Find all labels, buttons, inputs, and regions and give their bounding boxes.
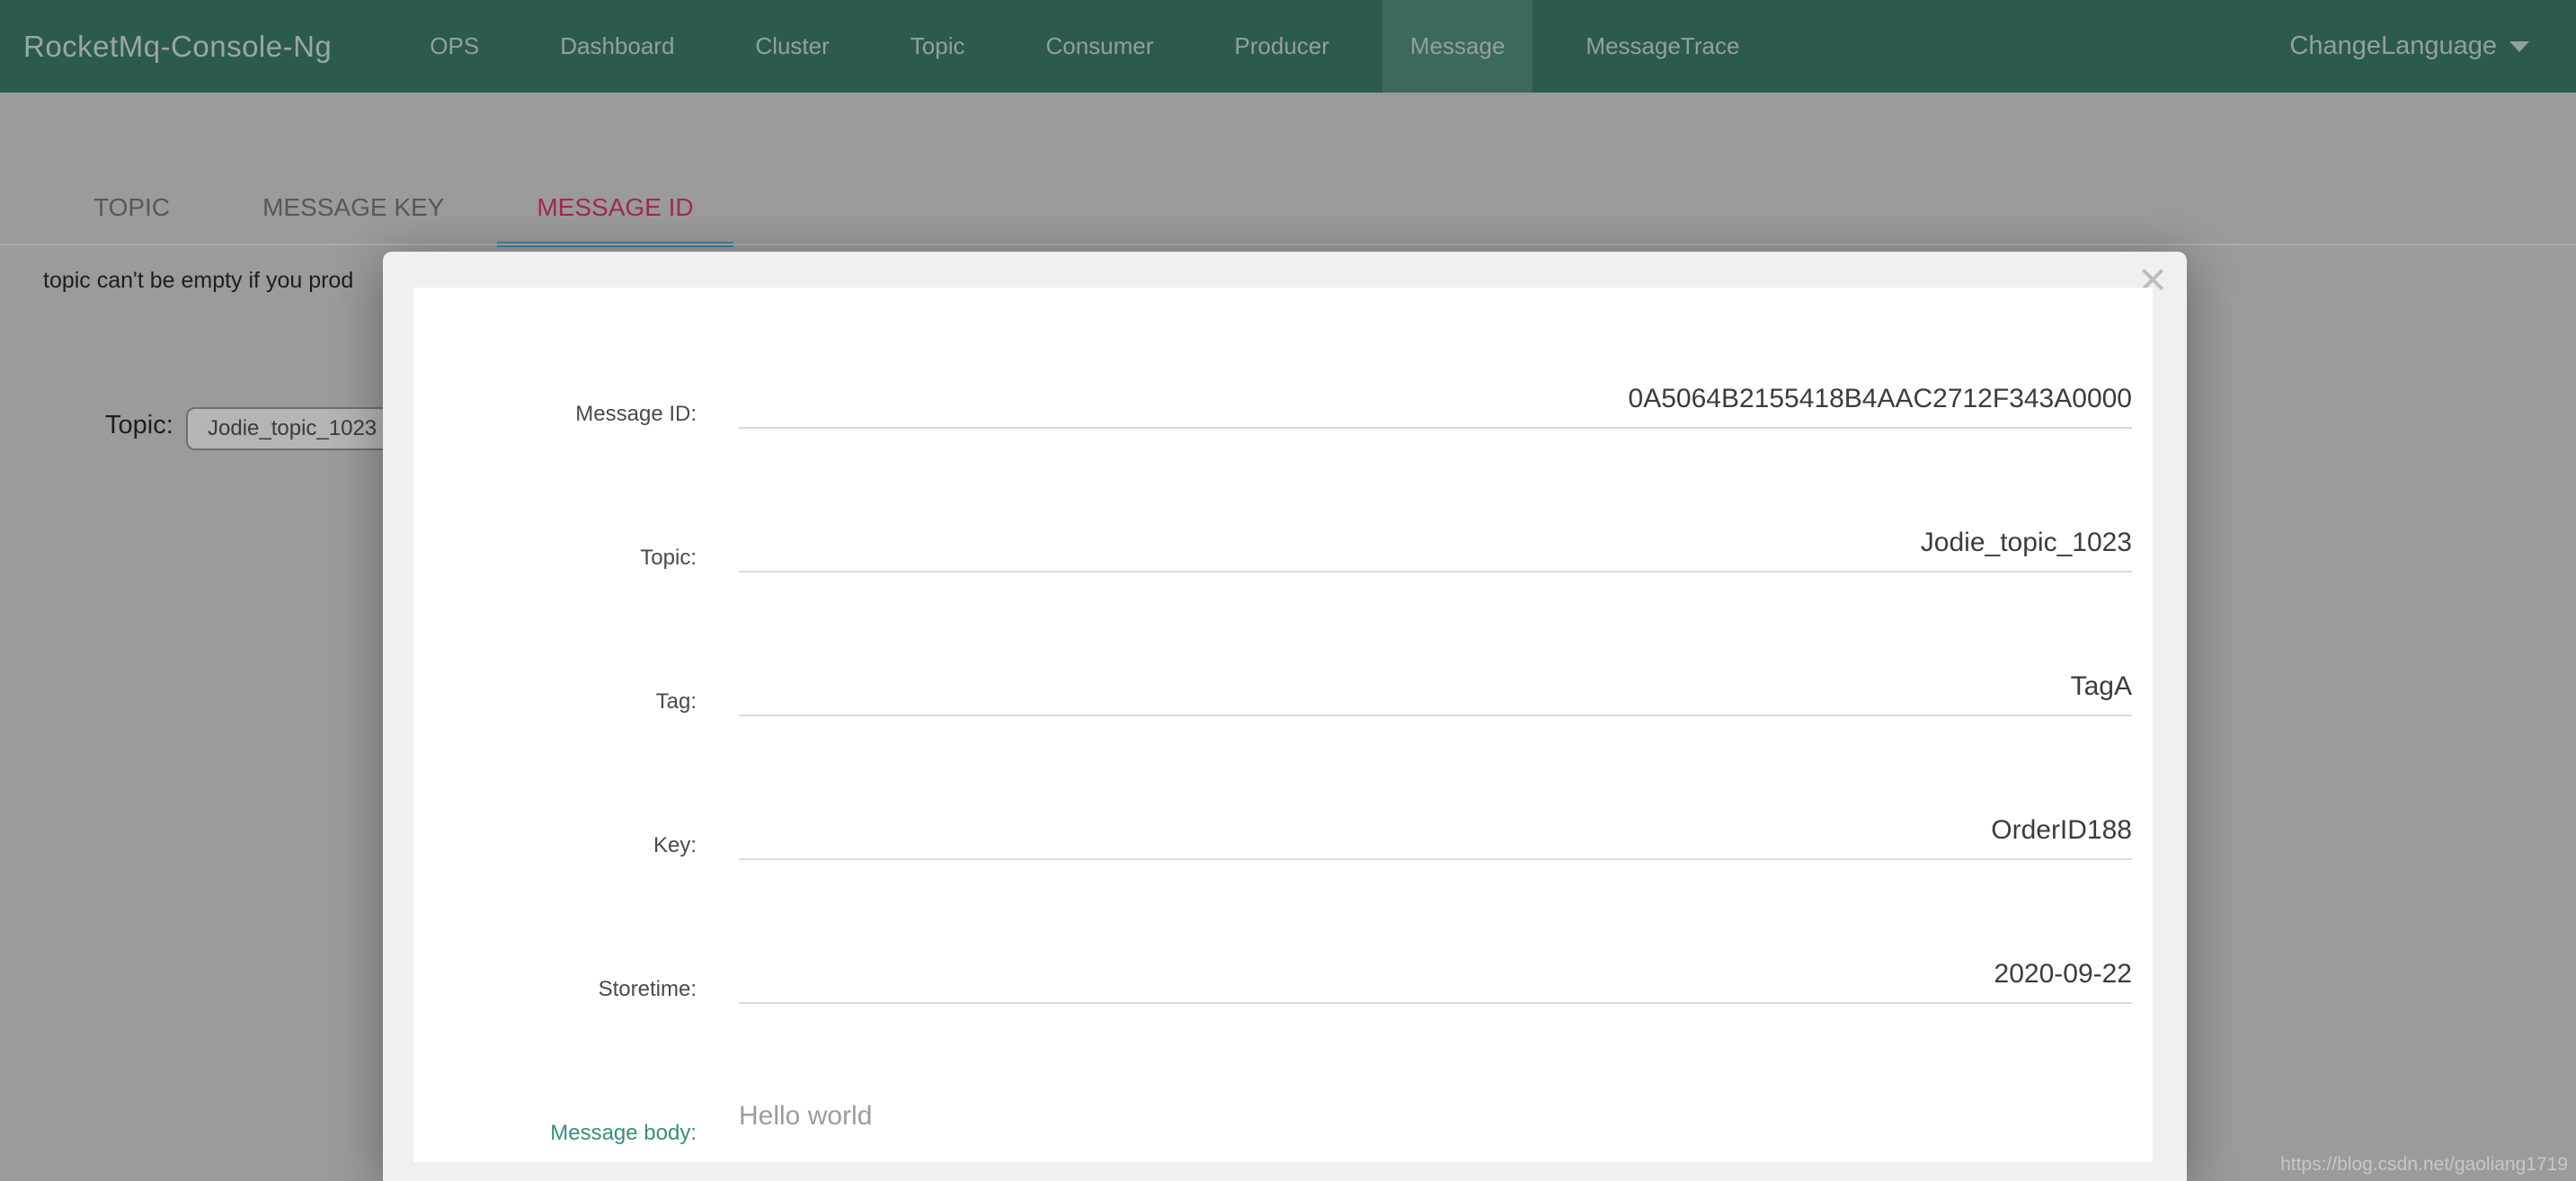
field-row-message-body: Message body: Hello world xyxy=(413,1004,2153,1148)
key-field-value: OrderID188 xyxy=(1991,815,2132,846)
topic-filter-label: Topic: xyxy=(105,411,173,440)
caret-down-icon xyxy=(2509,41,2529,52)
message-id-value: 0A5064B2155418B4AAC2712F343A0000 xyxy=(1629,384,2132,414)
field-row-topic: Topic: Jodie_topic_1023 xyxy=(413,429,2153,573)
message-body-label: Message body: xyxy=(413,1121,697,1146)
app-brand[interactable]: RocketMq-Console-Ng xyxy=(23,30,332,64)
tabs-divider xyxy=(0,244,2576,245)
message-id-control: 0A5064B2155418B4AAC2712F343A0000 xyxy=(739,288,2132,429)
storetime-field-label: Storetime: xyxy=(413,977,697,1002)
nav-item-topic[interactable]: Topic xyxy=(883,0,993,93)
topic-field-control: Jodie_topic_1023 xyxy=(739,429,2132,573)
tag-field-label: Tag: xyxy=(413,689,697,715)
storetime-field-control: 2020-09-22 xyxy=(739,860,2132,1004)
tab-message-key[interactable]: MESSAGE KEY xyxy=(223,169,484,245)
topic-field-label: Topic: xyxy=(413,546,697,571)
message-detail-modal: × Message ID: 0A5064B2155418B4AAC2712F34… xyxy=(383,252,2187,1181)
change-language-label: ChangeLanguage xyxy=(2289,31,2497,61)
message-detail-panel: Message ID: 0A5064B2155418B4AAC2712F343A… xyxy=(413,288,2153,1162)
topic-select-value: Jodie_topic_1023 xyxy=(208,416,377,441)
field-row-storetime: Storetime: 2020-09-22 xyxy=(413,860,2153,1004)
nav-item-dashboard[interactable]: Dashboard xyxy=(532,0,702,93)
field-row-key: Key: OrderID188 xyxy=(413,716,2153,860)
message-search-tabs: TOPIC MESSAGE KEY MESSAGE ID xyxy=(54,169,747,245)
nav-item-messagetrace[interactable]: MessageTrace xyxy=(1558,0,1767,93)
change-language-menu[interactable]: ChangeLanguage xyxy=(2289,0,2529,93)
nav-item-message[interactable]: Message xyxy=(1382,0,1533,93)
nav-item-producer[interactable]: Producer xyxy=(1206,0,1357,93)
message-body-control: Hello world xyxy=(739,1004,2132,1148)
nav-item-ops[interactable]: OPS xyxy=(402,0,507,93)
key-field-control: OrderID188 xyxy=(739,716,2132,860)
tag-field-control: TagA xyxy=(739,573,2132,716)
field-row-tag: Tag: TagA xyxy=(413,573,2153,716)
storetime-field-value: 2020-09-22 xyxy=(1994,959,2132,990)
nav-item-consumer[interactable]: Consumer xyxy=(1017,0,1181,93)
tag-field-value: TagA xyxy=(2071,671,2132,702)
top-navbar: RocketMq-Console-Ng OPS Dashboard Cluste… xyxy=(0,0,2576,93)
topic-empty-hint: topic can't be empty if you prod xyxy=(43,268,353,294)
tab-message-id[interactable]: MESSAGE ID xyxy=(497,169,733,245)
message-id-label: Message ID: xyxy=(413,402,697,427)
tab-topic[interactable]: TOPIC xyxy=(54,169,209,245)
field-row-message-id: Message ID: 0A5064B2155418B4AAC2712F343A… xyxy=(413,288,2153,429)
key-field-label: Key: xyxy=(413,833,697,858)
csdn-watermark: https://blog.csdn.net/gaoliang1719 xyxy=(2280,1154,2568,1176)
message-body-value: Hello world xyxy=(739,1101,872,1132)
nav-item-cluster[interactable]: Cluster xyxy=(727,0,857,93)
nav-menu: OPS Dashboard Cluster Topic Consumer Pro… xyxy=(389,0,1780,93)
topic-field-value: Jodie_topic_1023 xyxy=(1921,528,2132,558)
